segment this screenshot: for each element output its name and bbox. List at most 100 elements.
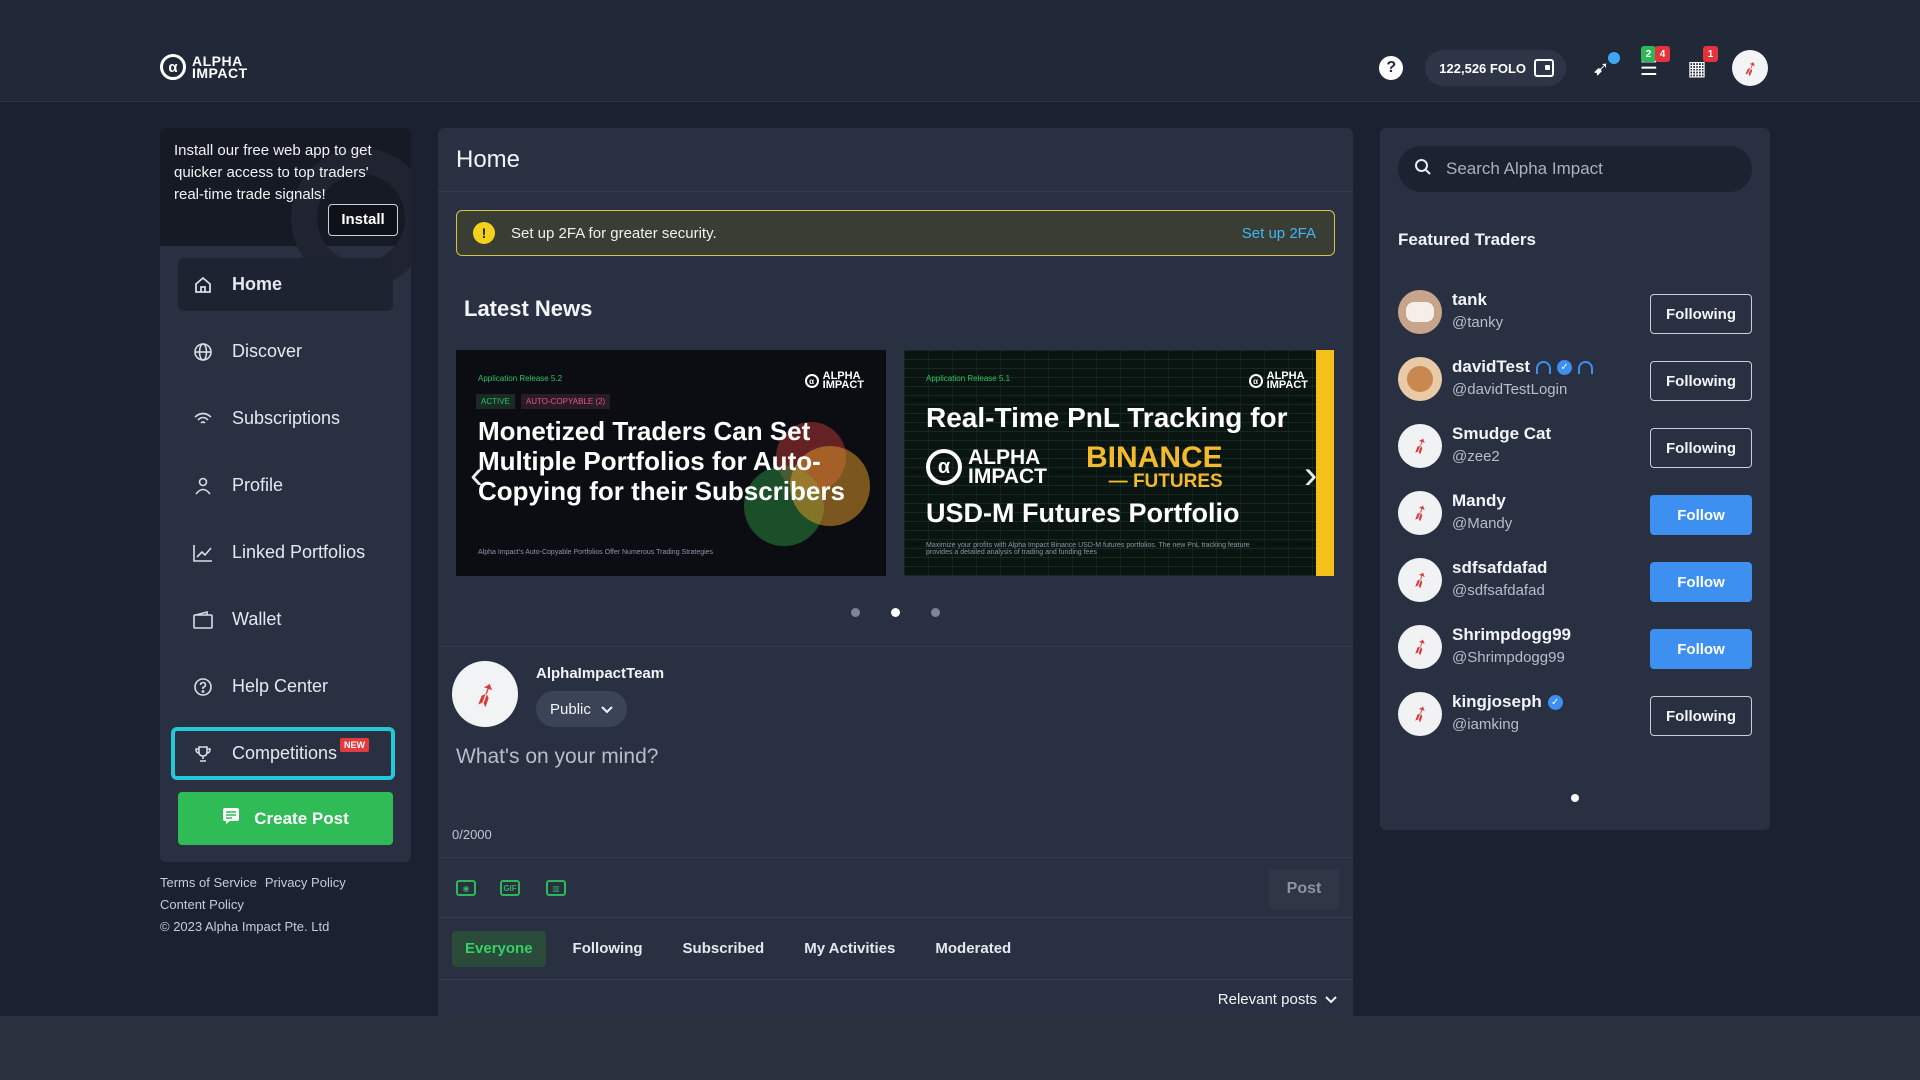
carousel-prev-icon[interactable]: ‹ (470, 455, 483, 495)
trader-handle: @Mandy (1452, 515, 1513, 532)
follow-button[interactable]: Follow (1650, 629, 1752, 669)
visibility-label: Public (550, 700, 591, 718)
tab-subscribed[interactable]: Subscribed (670, 931, 778, 967)
avatar[interactable] (1398, 290, 1442, 334)
sidebar-item-wallet[interactable]: Wallet (178, 593, 393, 646)
folo-balance[interactable]: 122,526 FOLO (1425, 50, 1566, 86)
install-button[interactable]: Install (328, 204, 398, 236)
install-text: Install our free web app to get quicker … (174, 142, 372, 203)
terms-link[interactable]: Terms of Service (160, 875, 257, 890)
tab-following[interactable]: Following (560, 931, 656, 967)
avatar[interactable]: ➶ (1398, 625, 1442, 669)
news-card[interactable]: Application Release 5.2 ACTIVE AUTO-COPY… (456, 350, 886, 576)
trader-handle: @Shrimpdogg99 (1452, 649, 1565, 666)
rocket-icon: ➶ (1406, 631, 1434, 662)
follow-button[interactable]: Follow (1650, 495, 1752, 535)
new-badge: NEW (340, 738, 369, 752)
avatar[interactable]: ➶ (1398, 692, 1442, 736)
trader-handle: @tanky (1452, 314, 1504, 331)
following-button[interactable]: Following (1650, 428, 1752, 468)
sidebar-item-home[interactable]: Home (178, 258, 393, 311)
carousel-dot[interactable] (931, 608, 940, 617)
card-logo: α ALPHA IMPACT (804, 371, 864, 391)
following-button[interactable]: Following (1650, 696, 1752, 736)
verified-badge-icon: ✓ (1557, 359, 1573, 375)
logo-line-2: IMPACT (192, 65, 248, 81)
globe-icon (192, 341, 214, 363)
alert-text: Set up 2FA for greater security. (511, 224, 717, 242)
camera-icon[interactable]: ◉ (456, 880, 476, 896)
footer-links: Terms of Service Privacy Policy Content P… (160, 872, 354, 938)
carousel-dot-active[interactable] (891, 608, 900, 617)
following-button[interactable]: Following (1650, 294, 1752, 334)
news-card[interactable]: Application Release 5.1 α ALPHA IMPACT Rea… (904, 350, 1334, 576)
sidebar-item-label: Linked Portfolios (232, 542, 366, 562)
chart-icon (192, 542, 214, 564)
post-composer: ➶ AlphaImpactTeam Public What's on your … (438, 646, 1353, 1008)
poll-icon[interactable]: ▥ (546, 880, 566, 896)
follow-button[interactable]: Follow (1650, 562, 1752, 602)
rocket-icon: ➶ (1406, 698, 1434, 729)
trader-row: tank @tanky Following (1398, 290, 1752, 357)
carousel-dots (438, 608, 1353, 617)
trader-name: Mandy (1452, 491, 1506, 510)
rocket-icon: ➶ (465, 672, 505, 716)
avatar[interactable] (1398, 357, 1442, 401)
following-button[interactable]: Following (1650, 361, 1752, 401)
trader-name: davidTest (1452, 357, 1531, 376)
rocket-rewards-icon[interactable]: ➹ (1588, 52, 1620, 81)
trader-row: ➶ Smudge Cat @zee2 Following (1398, 424, 1752, 491)
tab-everyone[interactable]: Everyone (452, 930, 546, 967)
sidebar-item-subscriptions[interactable]: Subscriptions (178, 392, 393, 445)
sidebar-item-label: Wallet (232, 609, 282, 629)
wallet-icon (1534, 59, 1554, 77)
sidebar-item-linked-portfolios[interactable]: Linked Portfolios (178, 526, 393, 579)
create-post-label: Create Post (254, 808, 349, 828)
avatar[interactable]: ➶ (1398, 558, 1442, 602)
user-avatar[interactable]: ➶ (1732, 50, 1768, 86)
pagination-dot[interactable] (1571, 794, 1579, 802)
sidebar-item-help-center[interactable]: Help Center (178, 660, 393, 713)
privacy-link[interactable]: Privacy Policy (265, 875, 346, 890)
sidebar-item-label: Competitions (232, 743, 338, 763)
setup-2fa-link[interactable]: Set up 2FA (1242, 225, 1316, 242)
featured-traders-list: tank @tanky Following davidTest ✓ @davidT… (1398, 290, 1752, 759)
tag-auto-copyable: AUTO-COPYABLE (2) (520, 394, 611, 409)
trader-row: ➶ sdfsafdafad @sdfsafdafad Follow (1398, 558, 1752, 625)
page-bottom-band (0, 1016, 1920, 1080)
carousel-next-icon[interactable]: › (1304, 455, 1317, 495)
help-circle-icon (192, 676, 214, 698)
trader-name: tank (1452, 290, 1487, 309)
sidebar-item-label: Profile (232, 475, 284, 495)
create-post-button[interactable]: Create Post (178, 792, 393, 845)
tasks-list-icon[interactable]: ☰ 2 4 (1636, 46, 1670, 81)
tab-my-activities[interactable]: My Activities (791, 931, 908, 967)
carousel-dot[interactable] (851, 608, 860, 617)
avatar[interactable]: ➶ (1398, 491, 1442, 535)
sidebar-item-profile[interactable]: Profile (178, 459, 393, 512)
trader-name: Smudge Cat (1452, 424, 1552, 443)
sidebar-item-label: Home (232, 274, 283, 294)
sidebar-item-discover[interactable]: Discover (178, 325, 393, 378)
balance-value: 122,526 FOLO (1439, 60, 1526, 76)
wifi-icon (192, 408, 214, 430)
content-policy-link[interactable]: Content Policy (160, 897, 244, 912)
help-icon[interactable]: ? (1379, 56, 1404, 80)
post-input[interactable]: What's on your mind? (456, 745, 658, 769)
chevron-down-icon (601, 701, 613, 718)
tab-moderated[interactable]: Moderated (922, 931, 1024, 967)
headset-badge-icon (1578, 360, 1594, 374)
avatar[interactable]: ➶ (1398, 424, 1442, 468)
card-footnote: Alpha Impact's Auto-Copyable Portfolios … (478, 549, 714, 556)
gif-icon[interactable]: GIF (500, 880, 520, 896)
gift-icon[interactable]: ▦ 1 (1684, 46, 1718, 81)
release-label: Application Release 5.2 (478, 374, 563, 383)
post-button[interactable]: Post (1269, 869, 1339, 909)
alpha-impact-logo[interactable]: α ALPHA IMPACT (160, 54, 248, 80)
sort-dropdown[interactable]: Relevant posts (1218, 991, 1337, 1008)
left-sidebar: Install our free web app to get quicker … (160, 128, 411, 862)
visibility-dropdown[interactable]: Public (536, 691, 627, 727)
sidebar-item-competitions[interactable]: Competitions NEW (171, 727, 395, 780)
search-input[interactable] (1446, 159, 1736, 179)
header-actions: ? 122,526 FOLO ➹ ☰ 2 4 ▦ 1 ➶ (1379, 46, 1768, 86)
